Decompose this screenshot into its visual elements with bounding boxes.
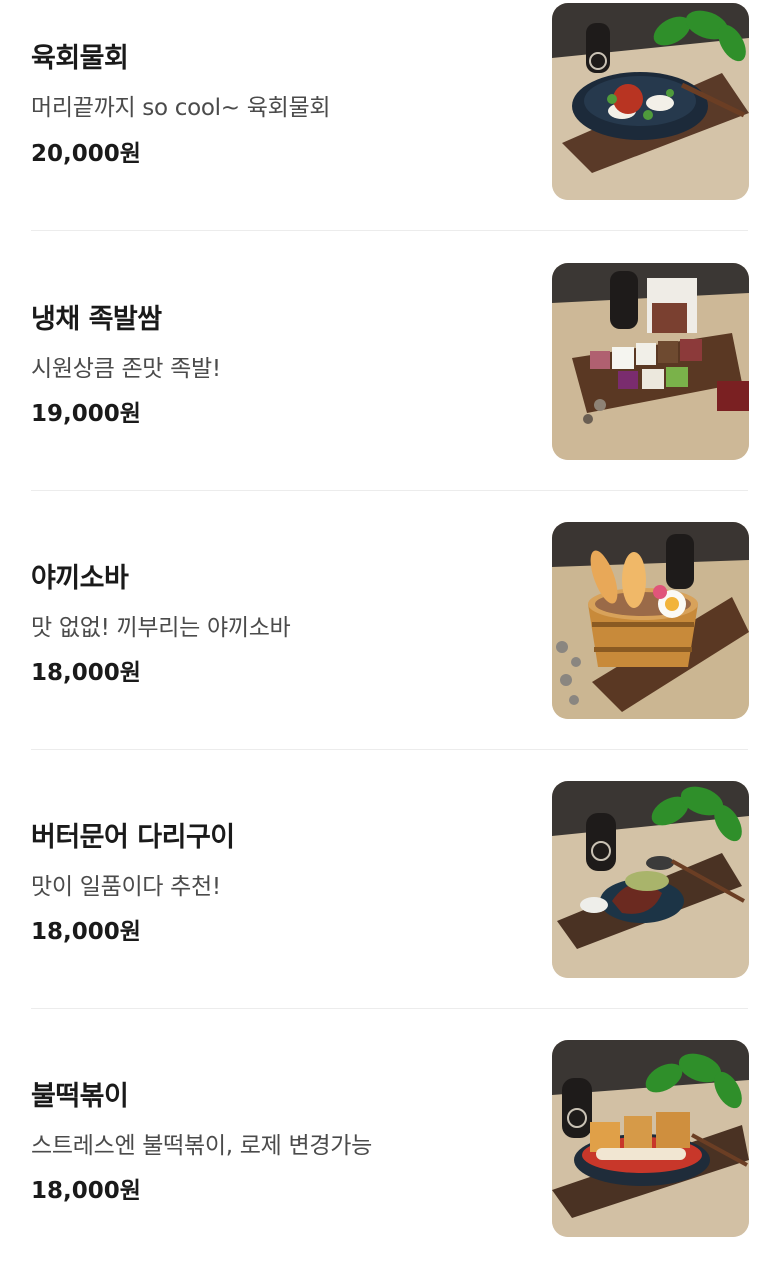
menu-item-photo[interactable] <box>552 522 749 719</box>
menu-item-name: 불떡볶이 <box>31 1081 129 1112</box>
menu-item-description: 맛 없없! 끼부리는 야끼소바 <box>31 615 291 641</box>
menu-item-octopus[interactable]: 버터문어 다리구이 맛이 일품이다 추천! 18,000원 <box>0 751 773 1011</box>
item-divider <box>31 1008 748 1009</box>
menu-item-price: 19,000원 <box>31 401 141 427</box>
menu-item-description: 시원상큼 존맛 족발! <box>31 356 221 382</box>
menu-item-name: 야끼소바 <box>31 563 129 594</box>
menu-item-photo[interactable] <box>552 3 749 200</box>
menu-item-name: 육회물회 <box>31 43 129 74</box>
menu-item-name: 냉채 족발쌈 <box>31 304 162 335</box>
menu-item-price: 18,000원 <box>31 919 141 945</box>
menu-item-photo[interactable] <box>552 263 749 460</box>
food-photo-icon <box>552 3 749 200</box>
food-photo-icon <box>552 781 749 978</box>
menu-item-price: 18,000원 <box>31 660 141 686</box>
menu-item-price: 18,000원 <box>31 1178 141 1204</box>
item-divider <box>31 749 748 750</box>
menu-item-description: 스트레스엔 불떡볶이, 로제 변경가능 <box>31 1133 372 1159</box>
food-photo-icon <box>552 263 749 460</box>
menu-item-photo[interactable] <box>552 781 749 978</box>
menu-item-photo[interactable] <box>552 1040 749 1237</box>
menu-item-name: 버터문어 다리구이 <box>31 822 235 853</box>
menu-item-tteokbokki[interactable]: 불떡볶이 스트레스엔 불떡볶이, 로제 변경가능 18,000원 <box>0 1010 773 1270</box>
menu-item-description: 머리끝까지 so cool~ 육회물회 <box>31 95 331 121</box>
food-photo-icon <box>552 522 749 719</box>
food-photo-icon <box>552 1040 749 1237</box>
menu-item-jokbal[interactable]: 냉채 족발쌈 시원상큼 존맛 족발! 19,000원 <box>0 233 773 493</box>
menu-item-description: 맛이 일품이다 추천! <box>31 874 221 900</box>
item-divider <box>31 490 748 491</box>
menu-item-yukhoe[interactable]: 육회물회 머리끝까지 so cool~ 육회물회 20,000원 <box>0 0 773 260</box>
item-divider <box>31 230 748 231</box>
menu-item-yakisoba[interactable]: 야끼소바 맛 없없! 끼부리는 야끼소바 18,000원 <box>0 492 773 752</box>
menu-item-price: 20,000원 <box>31 141 141 167</box>
menu-list: 육회물회 머리끝까지 so cool~ 육회물회 20,000원 냉채 족발쌈 … <box>0 0 773 1245</box>
